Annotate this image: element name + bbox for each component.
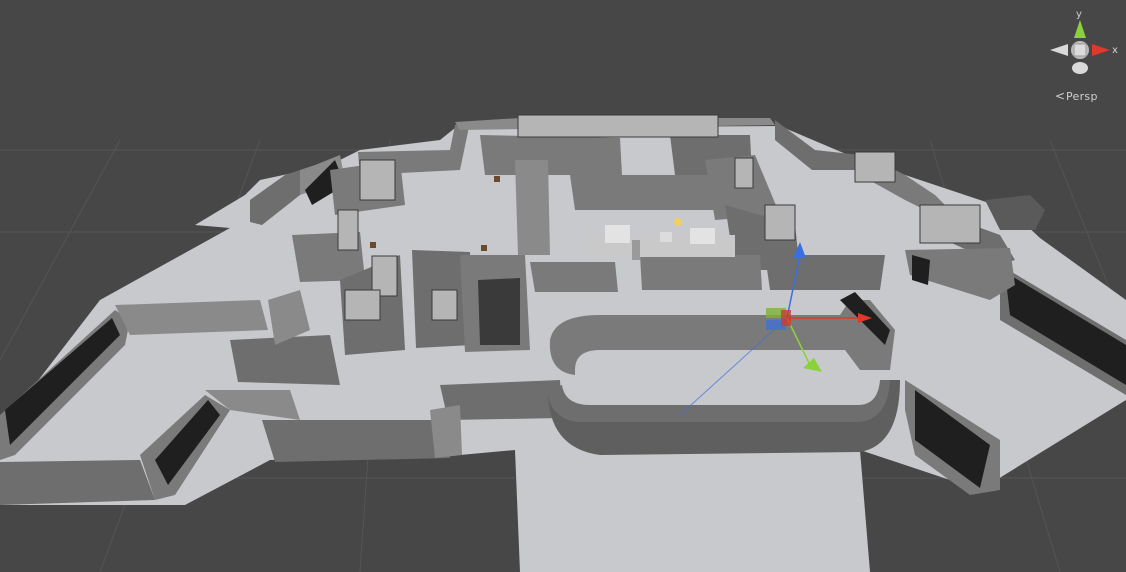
gizmo-x-cone-icon[interactable]: [1092, 44, 1110, 56]
gizmo-yz-plane-handle[interactable]: [781, 310, 791, 326]
gizmo-y-label: y: [1076, 9, 1082, 20]
gizmo-x-label: x: [1112, 45, 1118, 56]
scene-canvas[interactable]: [0, 0, 1126, 572]
gizmo-neg-y-cone-icon[interactable]: [1072, 62, 1088, 74]
gizmo-y-cone-icon[interactable]: [1074, 20, 1086, 38]
scene-viewport[interactable]: [0, 0, 1126, 572]
chevron-left-icon[interactable]: <: [1055, 89, 1065, 103]
gizmo-neg-x-cone-icon[interactable]: [1050, 44, 1068, 56]
projection-toggle-label[interactable]: Persp: [1066, 90, 1098, 103]
gizmo-cube-icon[interactable]: [1073, 43, 1087, 57]
